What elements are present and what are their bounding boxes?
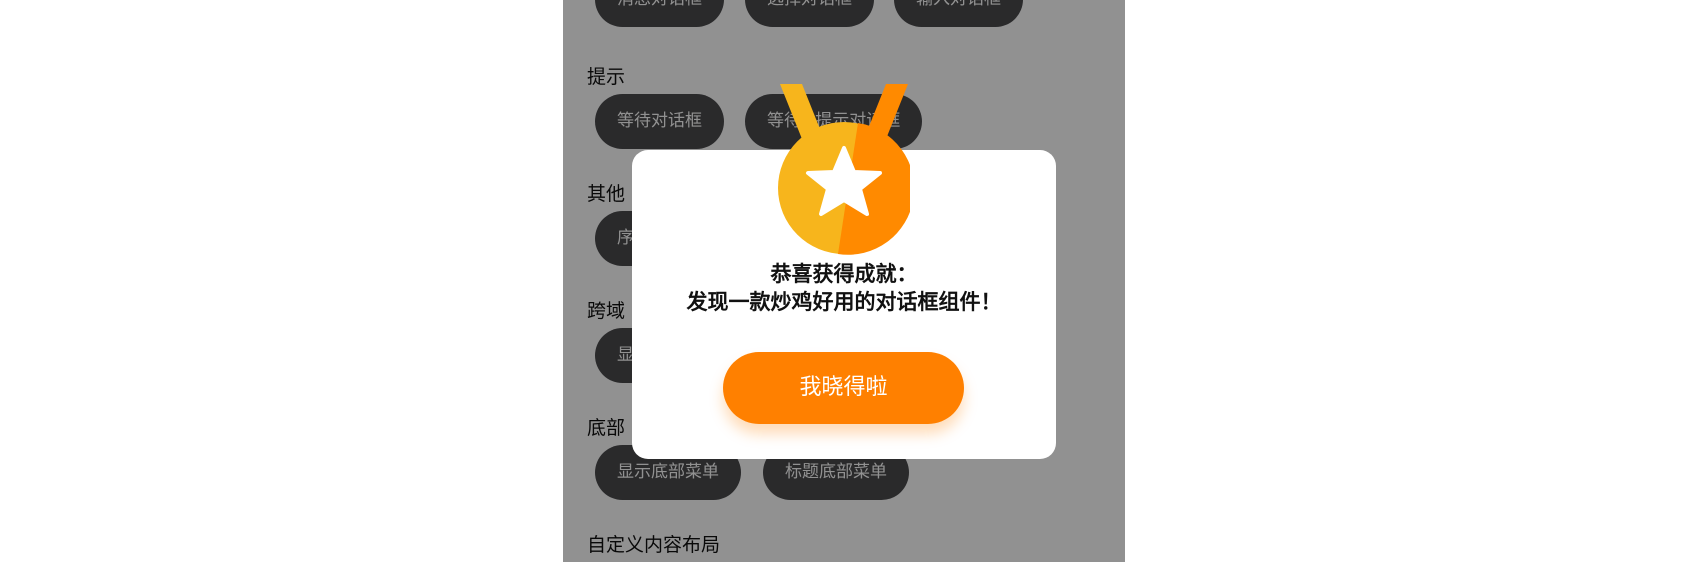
dialog-line-2: 发现一款炒鸡好用的对话框组件！ [686,289,1002,314]
dialog-line-1: 恭喜获得成就： [770,261,918,286]
ok-button[interactable]: 我晓得啦 [723,352,964,424]
phone-screen: 消息对话框 选择对话框 输入对话框 提示 等待对话框 等待+提示对话框 其他 序… [563,0,1125,562]
medal-icon [778,84,910,255]
